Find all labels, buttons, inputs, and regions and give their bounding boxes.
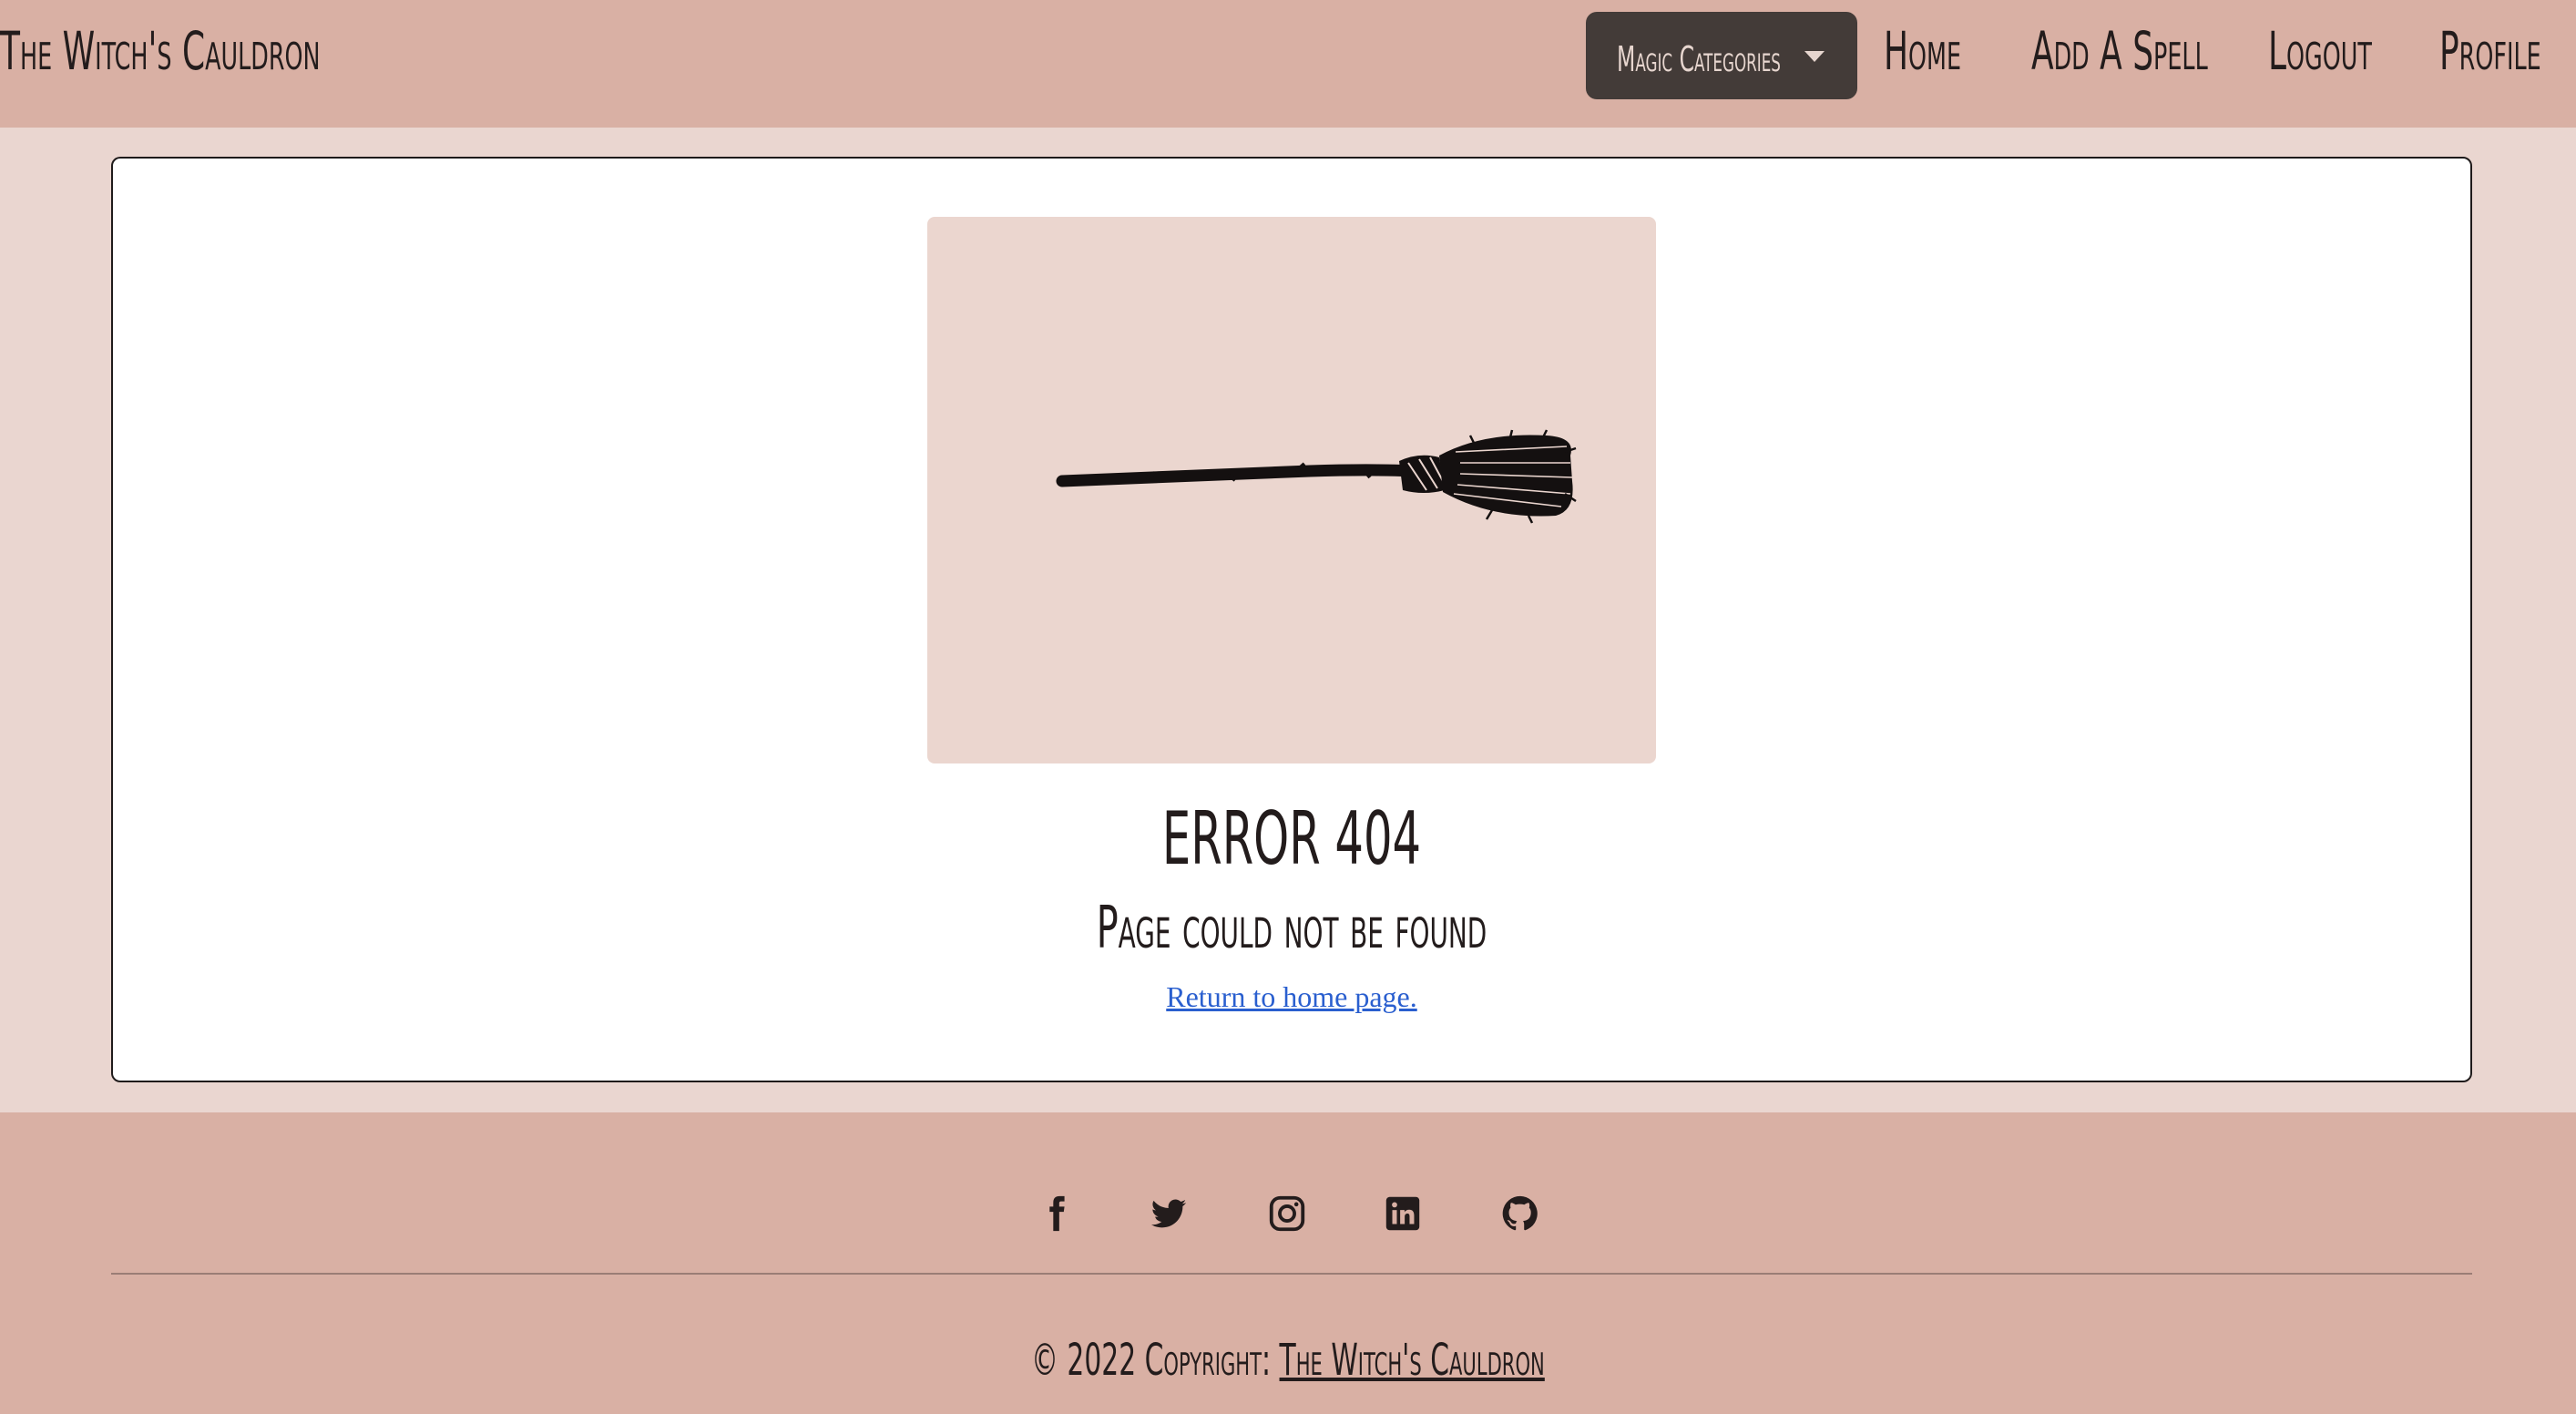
magic-categories-dropdown[interactable]: Magic Categories	[1586, 12, 1857, 99]
error-card: ERROR 404 Page could not be found Return…	[111, 157, 2472, 1082]
error-subtitle: Page could not be found	[1096, 895, 1487, 962]
copyright-prefix: © 2022 Copyright:	[1031, 1335, 1272, 1386]
linkedin-icon[interactable]	[1382, 1193, 1424, 1235]
copyright-text: © 2022 Copyright: The Witch's Cauldron	[489, 1335, 2086, 1386]
nav-add-spell[interactable]: Add A Spell	[2031, 20, 2208, 82]
facebook-icon[interactable]	[1035, 1193, 1077, 1235]
caret-down-icon	[1804, 51, 1825, 62]
broom-image	[927, 217, 1656, 763]
dropdown-label: Magic Categories	[1617, 39, 1781, 79]
github-icon[interactable]	[1499, 1193, 1541, 1235]
nav-home[interactable]: Home	[1884, 20, 1961, 82]
broom-icon	[1056, 429, 1577, 524]
error-title: ERROR 404	[1161, 796, 1422, 881]
copyright-link[interactable]: The Witch's Cauldron	[1280, 1335, 1545, 1386]
twitter-icon[interactable]	[1148, 1193, 1190, 1235]
instagram-icon[interactable]	[1266, 1193, 1308, 1235]
nav-logout[interactable]: Logout	[2268, 20, 2372, 82]
brand-link[interactable]: The Witch's Cauldron	[0, 20, 321, 82]
footer: © 2022 Copyright: The Witch's Cauldron	[0, 1112, 2576, 1414]
nav-profile[interactable]: Profile	[2439, 20, 2541, 82]
return-home-link[interactable]: Return to home page.	[113, 980, 2470, 1014]
navbar: The Witch's Cauldron Magic Categories Ho…	[0, 0, 2576, 128]
footer-divider	[111, 1273, 2472, 1275]
